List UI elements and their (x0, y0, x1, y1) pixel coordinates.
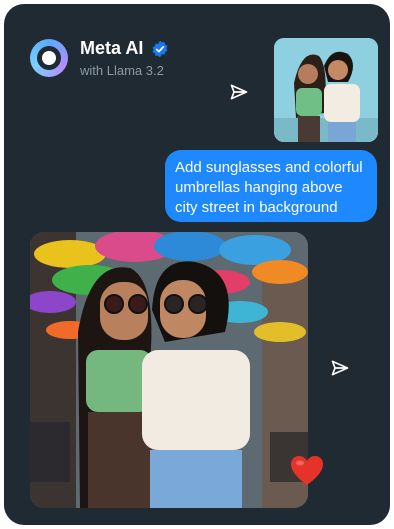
chat-title: Meta AI (80, 38, 144, 58)
uploaded-photo-thumbnail[interactable] (274, 38, 378, 142)
chat-screen: Meta AI with Llama 3.2 Add sunglasses an… (4, 4, 390, 525)
meta-ai-avatar-icon[interactable] (30, 39, 68, 77)
header-text: Meta AI with Llama 3.2 (80, 38, 169, 78)
heart-reaction-icon[interactable] (290, 455, 324, 487)
thumbnail-image (274, 38, 378, 142)
user-message-text: Add sunglasses and colorful umbrellas ha… (175, 159, 363, 216)
user-message-bubble[interactable]: Add sunglasses and colorful umbrellas ha… (165, 150, 377, 222)
paper-plane-icon[interactable] (229, 82, 249, 102)
generated-image-graphic (30, 232, 308, 508)
generated-image[interactable] (30, 232, 308, 508)
chat-subtitle: with Llama 3.2 (80, 63, 164, 78)
chat-header: Meta AI with Llama 3.2 (30, 38, 169, 78)
paper-plane-icon[interactable] (330, 358, 350, 378)
verified-check-icon (152, 40, 168, 57)
